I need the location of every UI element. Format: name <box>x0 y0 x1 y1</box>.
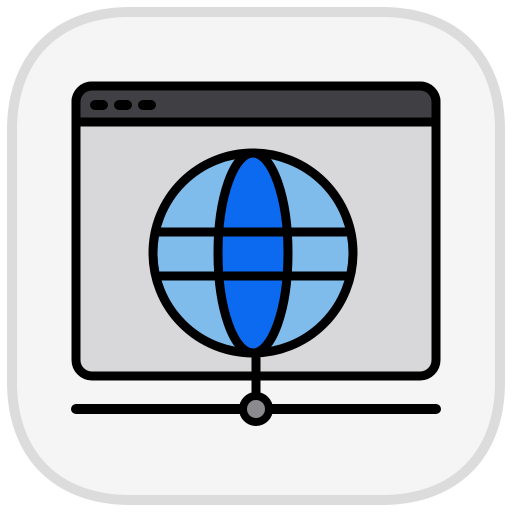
window-dot-2 <box>114 100 132 110</box>
network-node <box>239 392 273 426</box>
web-hosting-app-icon[interactable] <box>0 0 512 512</box>
window-dot-1 <box>90 100 108 110</box>
window-dot-3 <box>138 100 156 110</box>
globe-icon <box>148 148 358 358</box>
web-hosting-icon-graphic <box>7 7 505 505</box>
